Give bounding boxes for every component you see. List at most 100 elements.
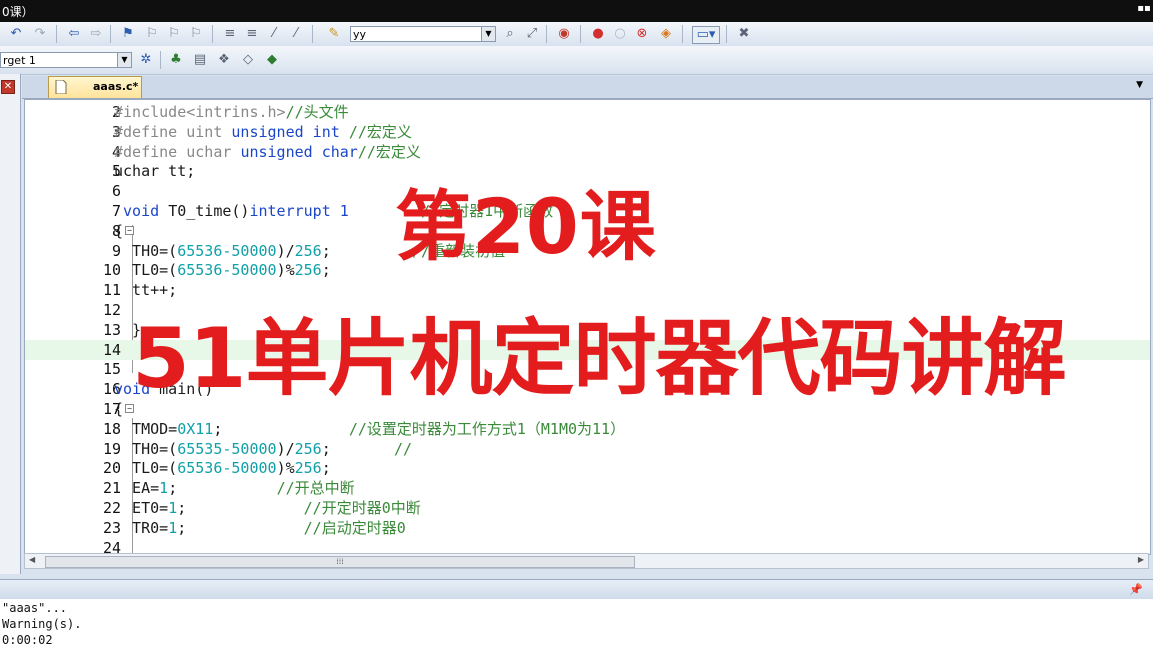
code-line[interactable]: 22 ET0=1; //开定时器0中断 — [25, 498, 1150, 518]
code-line[interactable]: 3 #define uint unsigned int //宏定义 — [25, 122, 1150, 142]
find-combo-value: yy — [353, 28, 367, 41]
toolbar-separator — [56, 25, 57, 43]
disable-breakpoint-icon[interactable]: ○ — [612, 26, 628, 42]
line-number: 17 — [102, 400, 121, 418]
tab-list-chevron-icon[interactable]: ▼ — [1136, 80, 1143, 90]
line-number: 12 — [102, 301, 121, 319]
code-text: ET0=1; //开定时器0中断 — [114, 499, 421, 517]
line-number: 7 — [111, 202, 121, 220]
find-combo[interactable]: yy ▼ — [350, 26, 496, 42]
file-extensions-icon[interactable]: ▤ — [192, 52, 208, 68]
select-device-icon[interactable]: ◇ — [240, 52, 256, 68]
window-title: 0课） — [2, 5, 34, 19]
pack-installer-icon[interactable]: ◆ — [264, 52, 280, 68]
line-number: 23 — [102, 518, 121, 537]
line-number: 10 — [102, 261, 121, 280]
line-number: 11 — [102, 281, 121, 300]
manage-components-icon[interactable]: ♣ — [168, 52, 184, 68]
toolbar-separator — [682, 25, 683, 43]
code-text: #define uchar unsigned char//宏定义 — [114, 142, 421, 161]
line-number: 15 — [102, 360, 121, 379]
window-restore-icon[interactable]: ▪▪ — [1137, 2, 1151, 16]
code-line[interactable]: 18 TMOD=0X11; //设置定时器为工作方式1（M1M0为11） — [25, 419, 1150, 439]
chevron-down-icon[interactable]: ▼ — [117, 53, 131, 67]
undo-icon[interactable]: ↶ — [8, 26, 24, 42]
nav-back-icon[interactable]: ⇦ — [66, 26, 82, 42]
project-panel: ✕ ▶ — [0, 74, 21, 622]
code-line[interactable]: 4 #define uchar unsigned char//宏定义 — [25, 142, 1150, 162]
fold-toggle-icon[interactable]: − — [125, 225, 134, 235]
bookmark-icon[interactable]: ⚑ — [120, 26, 136, 42]
redo-icon[interactable]: ↷ — [32, 26, 48, 42]
line-number: 2 — [111, 103, 121, 121]
line-number: 8 — [111, 221, 121, 240]
line-number: 16 — [102, 380, 121, 399]
breakpoint-list-icon[interactable]: ◈ — [658, 26, 674, 42]
code-text: TH0=(65535-50000)/256; // — [114, 439, 413, 458]
toolbar-separator — [160, 51, 161, 69]
toolbar-separator — [212, 25, 213, 43]
code-text: { — [114, 400, 124, 418]
chevron-down-icon[interactable]: ▼ — [481, 27, 495, 41]
code-line[interactable]: 2 #include<intrins.h>//头文件 — [25, 102, 1150, 122]
target-combo-value: rget 1 — [3, 54, 36, 67]
output-line: "aaas"... — [2, 601, 68, 615]
target-combo[interactable]: rget 1 ▼ — [0, 52, 132, 68]
toolbar-separator — [546, 25, 547, 43]
target-options-icon[interactable]: ✲ — [138, 52, 154, 68]
line-number: 6 — [111, 182, 121, 201]
overlay-lesson-subtitle: 51单片机定时器代码讲解 — [132, 310, 1067, 407]
find-in-files-icon[interactable]: ✎ — [326, 26, 342, 42]
window-layout-icon[interactable]: ▭▾ — [692, 26, 720, 44]
debug-icon[interactable]: ◉ — [556, 26, 572, 42]
prev-bookmark-icon[interactable]: ⚐ — [144, 26, 160, 42]
line-number: 4 — [111, 142, 121, 161]
editor-horizontal-scrollbar[interactable]: ◀ ⁞⁞⁞ ▶ — [24, 553, 1149, 569]
find-icon[interactable]: ⌕ — [502, 26, 518, 42]
code-text: TR0=1; //启动定时器0 — [114, 518, 406, 537]
line-number: 9 — [111, 241, 121, 260]
code-text: #define uint unsigned int //宏定义 — [114, 122, 412, 141]
main-toolbar: ↶ ↷ ⇦ ⇨ ⚑ ⚐ ⚐ ⚐ ≡ ≡ ⁄ ⁄ ✎ yy ▼ ⌕ ⤢ ◉ ● ○… — [0, 22, 1153, 47]
pin-icon[interactable]: 📌 — [1129, 583, 1143, 596]
code-line[interactable]: 21 EA=1; //开总中断 — [25, 478, 1150, 498]
next-bookmark-icon[interactable]: ⚐ — [166, 26, 182, 42]
uncomment-icon[interactable]: ⁄ — [288, 26, 304, 42]
line-number: 3 — [111, 122, 121, 141]
indent-icon[interactable]: ≡ — [222, 26, 238, 42]
unindent-icon[interactable]: ≡ — [244, 26, 260, 42]
settings-wrench-icon[interactable]: ✖ — [736, 26, 752, 42]
editor-tab-strip: aaas.c* ▼ — [22, 76, 1153, 99]
toolbar-separator — [110, 25, 111, 43]
output-panel-header: 📌 — [0, 579, 1153, 600]
code-text: EA=1; //开总中断 — [114, 479, 355, 498]
packs-icon[interactable]: ❖ — [216, 52, 232, 68]
clear-bookmarks-icon[interactable]: ⚐ — [188, 26, 204, 42]
tab-label: aaas.c* — [93, 80, 139, 93]
breakpoint-icon[interactable]: ● — [590, 26, 606, 42]
toolbar-separator — [312, 25, 313, 43]
line-number: 13 — [102, 320, 121, 339]
scroll-right-icon[interactable]: ▶ — [1138, 555, 1144, 564]
code-text: TL0=(65536-50000)%256; — [114, 459, 331, 478]
comment-icon[interactable]: ⁄ — [266, 26, 282, 42]
scroll-thumb[interactable]: ⁞⁞⁞ — [45, 556, 635, 568]
code-line[interactable]: 23 TR0=1; //启动定时器0 — [25, 518, 1150, 538]
file-icon — [55, 80, 67, 94]
tab-aaas-c[interactable]: aaas.c* — [48, 76, 142, 98]
code-text: TMOD=0X11; //设置定时器为工作方式1（M1M0为11） — [114, 419, 626, 438]
nav-forward-icon[interactable]: ⇨ — [88, 26, 104, 42]
code-line[interactable]: 20 TL0=(65536-50000)%256; — [25, 458, 1150, 478]
close-icon[interactable]: ✕ — [1, 80, 15, 94]
code-line[interactable]: 19 TH0=(65535-50000)/256; // — [25, 439, 1150, 459]
scroll-left-icon[interactable]: ◀ — [29, 555, 35, 564]
output-line: Warning(s). — [2, 617, 82, 631]
kill-breakpoints-icon[interactable]: ⊗ — [634, 26, 650, 42]
line-number: 21 — [102, 479, 121, 498]
line-number: 19 — [102, 439, 121, 458]
line-number: 20 — [102, 459, 121, 478]
code-text: #include<intrins.h>//头文件 — [114, 103, 349, 121]
build-toolbar: rget 1 ▼ ✲ ♣ ▤ ❖ ◇ ◆ — [0, 46, 1153, 75]
replace-icon[interactable]: ⤢ — [524, 26, 540, 42]
line-number: 14 — [102, 340, 121, 359]
